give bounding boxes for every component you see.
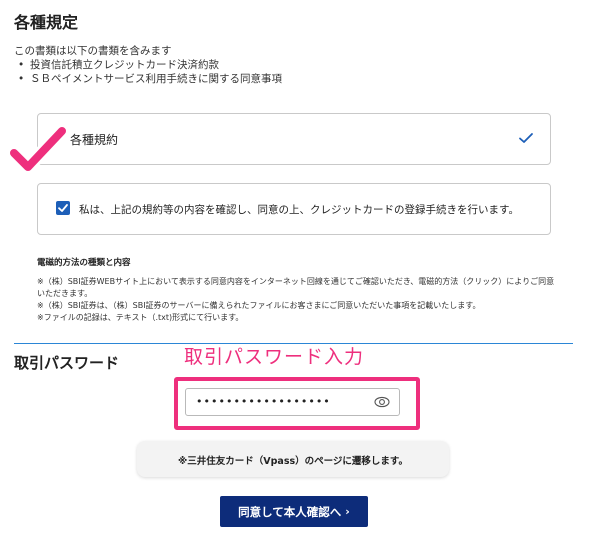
note-line: ※（株）SBI証券は、（株）SBI証券のサーバーに備えられたファイルにお客さまに…: [37, 301, 481, 310]
check-icon: [519, 133, 533, 143]
checkbox-check-icon: [58, 204, 68, 212]
submit-button[interactable]: 同意して本人確認へ ›: [220, 496, 368, 527]
list-item: • ＳＢペイメントサービス利用手続きに関する同意事項: [18, 73, 282, 85]
notes-title: 電磁的方法の種類と内容: [37, 258, 131, 268]
eye-icon[interactable]: [374, 395, 390, 409]
agreement-checkbox-card[interactable]: 私は、上記の規約等の内容を確認し、同意の上、クレジットカードの登録手続きを行いま…: [37, 183, 551, 235]
agreement-checkbox[interactable]: [56, 201, 70, 215]
note-line: ※（株）SBI証券WEBサイト上において表示する同意内容をインターネット回線を通…: [37, 277, 555, 298]
password-input[interactable]: ••••••••••••••••••: [185, 388, 400, 416]
password-title: 取引パスワード: [14, 354, 120, 372]
submit-label: 同意して本人確認へ: [238, 504, 342, 519]
documents-accordion[interactable]: 各種規約: [37, 113, 551, 165]
agreement-label: 私は、上記の規約等の内容を確認し、同意の上、クレジットカードの登録手続きを行いま…: [79, 204, 519, 216]
note-line: ※ファイルの記録は、テキスト（.txt)形式にて行います。: [37, 313, 244, 322]
chevron-right-icon: ›: [345, 505, 350, 518]
intro-block: この書類は以下の書類を含みます • 投資信託積立クレジットカード決済約款 • ＳＢペ…: [14, 44, 282, 86]
list-item: • 投資信託積立クレジットカード決済約款: [18, 59, 219, 71]
password-value: ••••••••••••••••••: [196, 395, 331, 408]
notes-block: ※（株）SBI証券WEBサイト上において表示する同意内容をインターネット回線を通…: [37, 276, 557, 324]
big-checkmark-icon: [7, 124, 68, 174]
annotation-label: 取引パスワード入力: [184, 346, 365, 368]
section-title: 各種規定: [14, 13, 79, 32]
notice-text: ※三井住友カード（Vpass）のページに遷移します。: [178, 456, 408, 467]
intro-lead: この書類は以下の書類を含みます: [14, 45, 172, 57]
documents-label: 各種規約: [70, 133, 119, 147]
redirect-notice: ※三井住友カード（Vpass）のページに遷移します。: [137, 441, 449, 477]
